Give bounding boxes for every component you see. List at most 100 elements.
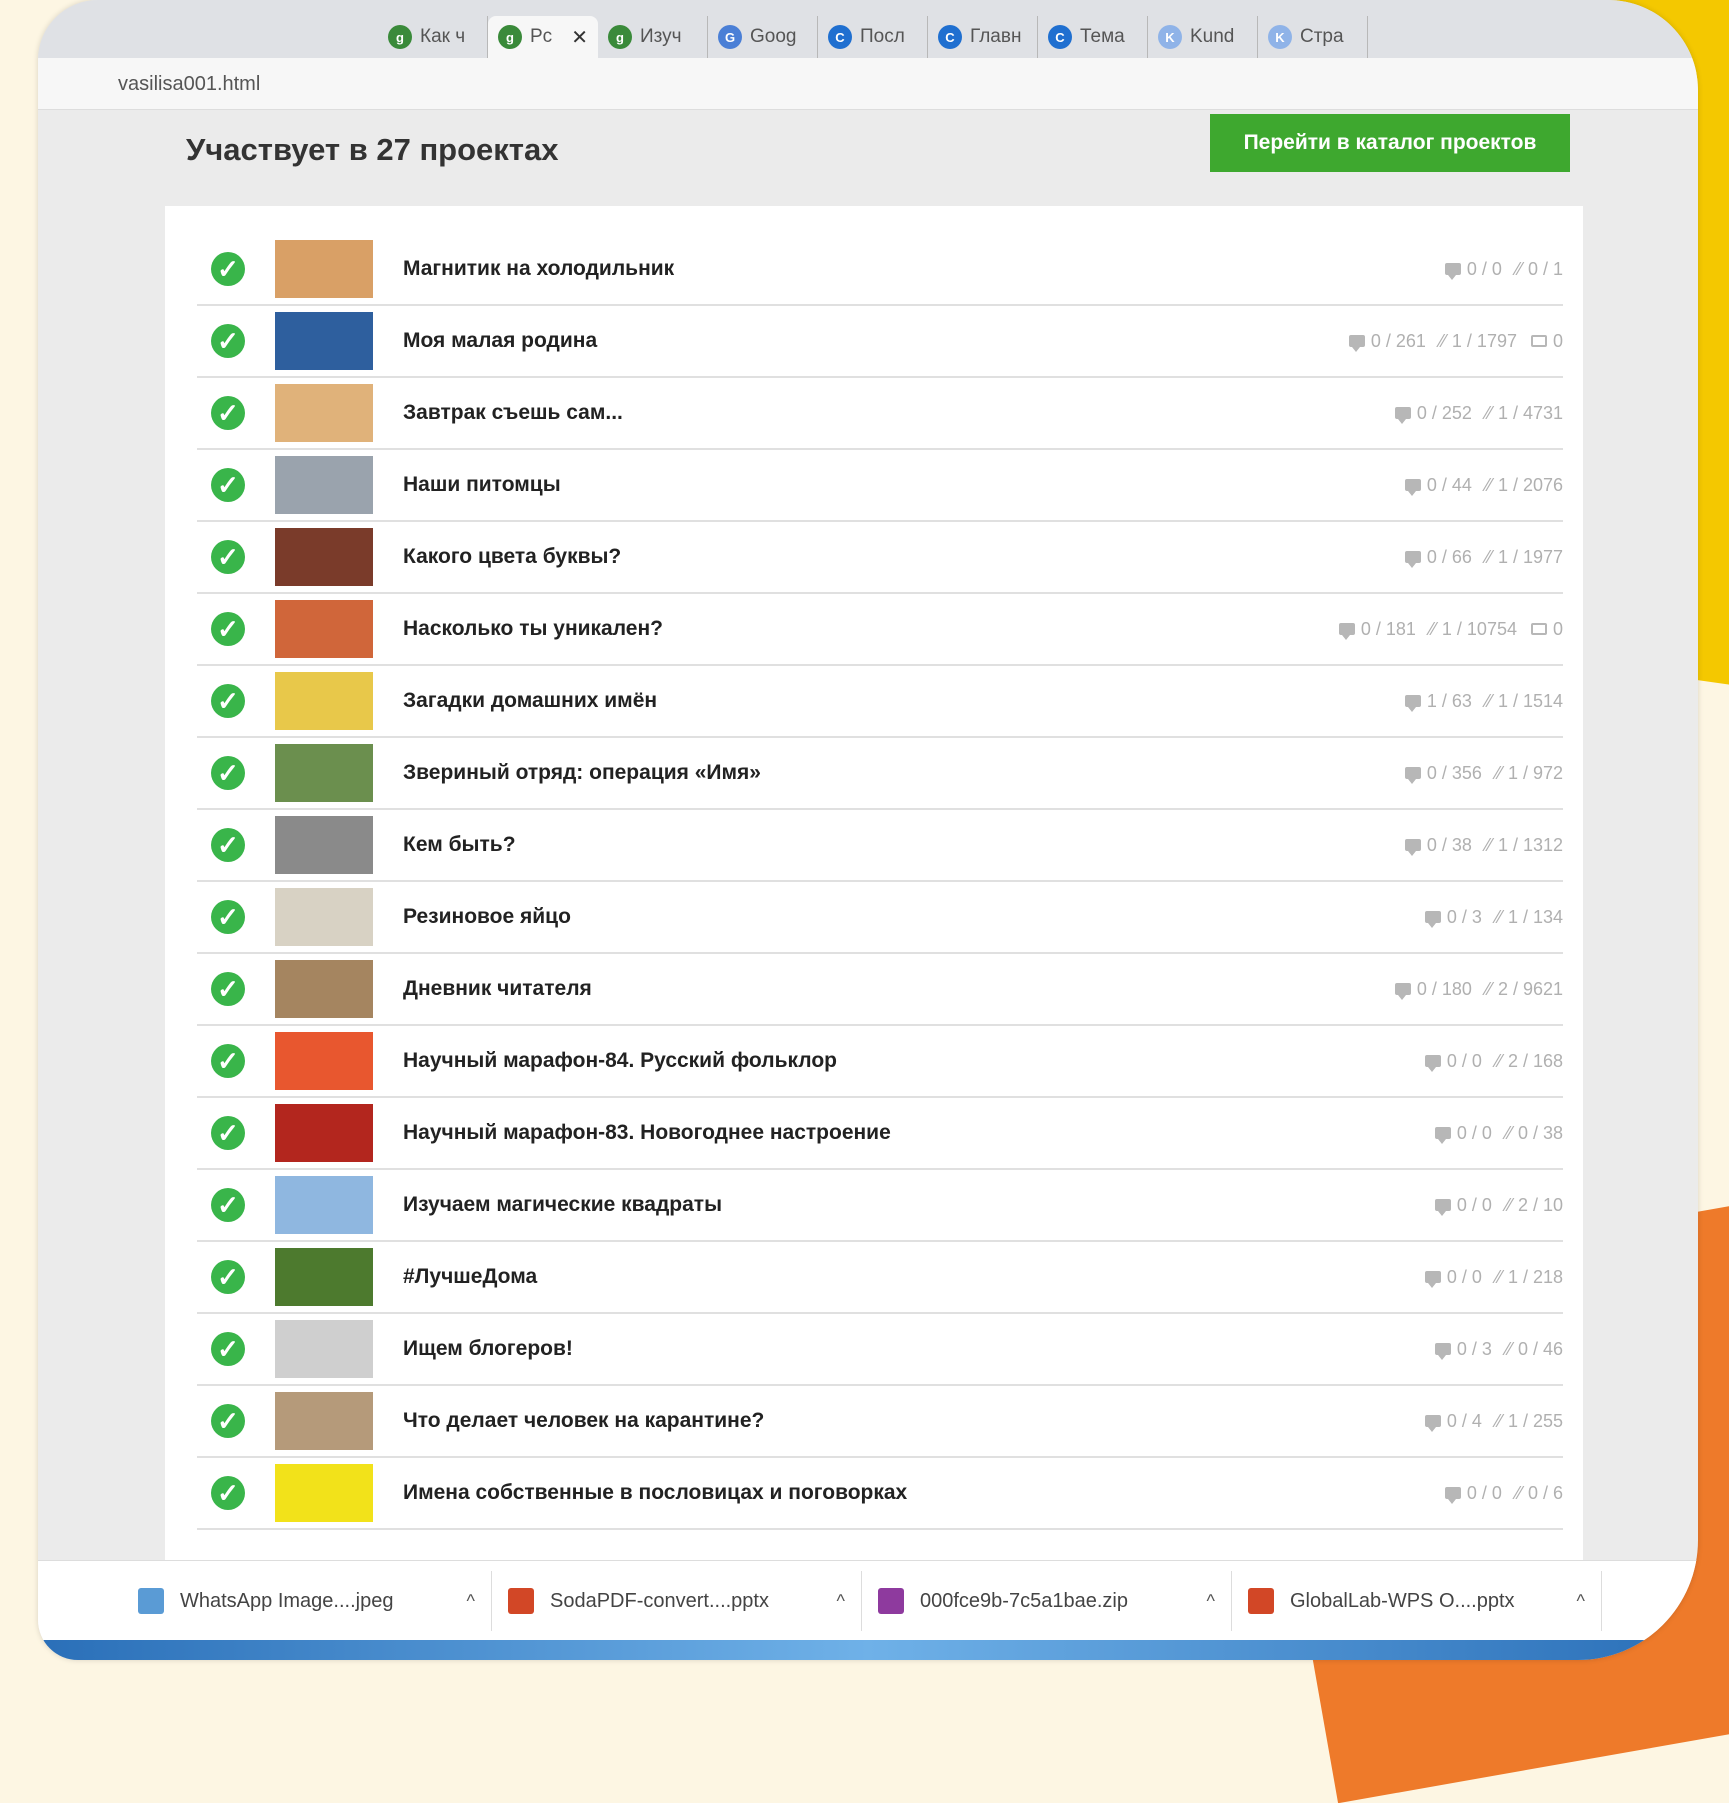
catalog-button[interactable]: Перейти в каталог проектов [1210, 114, 1570, 172]
project-thumbnail[interactable] [275, 456, 373, 514]
project-title[interactable]: Загадки домашних имён [403, 689, 1405, 713]
download-item[interactable]: SodaPDF-convert....pptx ^ [492, 1571, 862, 1631]
project-stats: 0 / 0 ⁄⁄ 0 / 38 [1434, 1123, 1563, 1144]
project-row[interactable]: ✓ Что делает человек на карантине? 0 / 4 ⁄⁄… [197, 1386, 1563, 1458]
browser-tab[interactable]: C Главн [928, 16, 1038, 58]
project-title[interactable]: Наши питомцы [403, 473, 1405, 497]
checkmark-icon: ✓ [211, 684, 245, 718]
trend-stat: ⁄⁄ 1 / 255 [1496, 1411, 1563, 1432]
project-row[interactable]: ✓ Ищем блогеров! 0 / 3 ⁄⁄ 0 / 46 [197, 1314, 1563, 1386]
trend-icon: ⁄⁄ [1495, 1050, 1502, 1071]
project-title[interactable]: Научный марафон-84. Русский фольклор [403, 1049, 1425, 1073]
tab-label: Главн [970, 26, 1022, 47]
project-stats: 0 / 252 ⁄⁄ 1 / 4731 [1394, 403, 1563, 424]
download-item[interactable]: 000fce9b-7c5a1bae.zip ^ [862, 1571, 1232, 1631]
project-row[interactable]: ✓ Резиновое яйцо 0 / 3 ⁄⁄ 1 / 134 [197, 882, 1563, 954]
download-item[interactable]: GlobalLab-WPS O....pptx ^ [1232, 1571, 1602, 1631]
chevron-up-icon[interactable]: ^ [837, 1591, 845, 1612]
comment-icon [1434, 1199, 1451, 1216]
project-row[interactable]: ✓ Изучаем магические квадраты 0 / 0 ⁄⁄ 2 / 1… [197, 1170, 1563, 1242]
project-row[interactable]: ✓ Кем быть? 0 / 38 ⁄⁄ 1 / 1312 [197, 810, 1563, 882]
project-thumbnail[interactable] [275, 240, 373, 298]
trend-stat: ⁄⁄ 1 / 1514 [1486, 691, 1563, 712]
project-thumbnail[interactable] [275, 384, 373, 442]
project-thumbnail[interactable] [275, 960, 373, 1018]
project-title[interactable]: Дневник читателя [403, 977, 1395, 1001]
comments-stat: 0 / 0 [1444, 259, 1502, 280]
project-thumbnail[interactable] [275, 1104, 373, 1162]
browser-tab[interactable]: C Посл [818, 16, 928, 58]
project-stats: 0 / 181 ⁄⁄ 1 / 10754 0 [1338, 618, 1563, 640]
download-item[interactable]: WhatsApp Image....jpeg ^ [122, 1571, 492, 1631]
browser-tab[interactable]: g Изуч [598, 16, 708, 58]
chevron-up-icon[interactable]: ^ [1577, 1591, 1585, 1612]
project-row[interactable]: ✓ Моя малая родина 0 / 261 ⁄⁄ 1 / 1797 0 [197, 306, 1563, 378]
project-row[interactable]: ✓ Какого цвета буквы? 0 / 66 ⁄⁄ 1 / 1977 [197, 522, 1563, 594]
project-title[interactable]: Научный марафон-83. Новогоднее настроени… [403, 1121, 1435, 1145]
browser-tab[interactable]: G Goog [708, 16, 818, 58]
project-title[interactable]: Ищем блогеров! [403, 1337, 1435, 1361]
project-thumbnail[interactable] [275, 744, 373, 802]
project-row[interactable]: ✓ Загадки домашних имён 1 / 63 ⁄⁄ 1 / 1514 [197, 666, 1563, 738]
project-row[interactable]: ✓ Имена собственные в пословицах и погово… [197, 1458, 1563, 1530]
project-title[interactable]: Кем быть? [403, 833, 1405, 857]
project-title[interactable]: Насколько ты уникален? [403, 617, 1339, 641]
zip-file-icon [878, 1588, 904, 1614]
project-title[interactable]: #ЛучшеДома [403, 1265, 1425, 1289]
download-label: 000fce9b-7c5a1bae.zip [920, 1589, 1128, 1612]
project-title[interactable]: Изучаем магические квадраты [403, 1193, 1435, 1217]
project-thumbnail[interactable] [275, 1392, 373, 1450]
google-translate-icon: G [718, 25, 742, 49]
project-thumbnail[interactable] [275, 1032, 373, 1090]
project-title[interactable]: Звериный отряд: операция «Имя» [403, 761, 1405, 785]
project-thumbnail[interactable] [275, 1176, 373, 1234]
project-title[interactable]: Магнитик на холодильник [403, 257, 1445, 281]
project-thumbnail[interactable] [275, 1464, 373, 1522]
project-row[interactable]: ✓ #ЛучшеДома 0 / 0 ⁄⁄ 1 / 218 [197, 1242, 1563, 1314]
project-thumbnail[interactable] [275, 672, 373, 730]
project-row[interactable]: ✓ Научный марафон-84. Русский фольклор 0 /… [197, 1026, 1563, 1098]
project-stats: 0 / 0 ⁄⁄ 0 / 1 [1444, 259, 1563, 280]
project-row[interactable]: ✓ Завтрак съешь сам... 0 / 252 ⁄⁄ 1 / 4731 [197, 378, 1563, 450]
chevron-up-icon[interactable]: ^ [1207, 1591, 1215, 1612]
comments-stat: 0 / 356 [1404, 763, 1482, 784]
project-title[interactable]: Какого цвета буквы? [403, 545, 1405, 569]
trend-stat: ⁄⁄ 1 / 4731 [1486, 403, 1563, 424]
browser-window: g Как ч g Рс ✕ g Изуч G Goog C Посл C Главн C Тема K Kun… [38, 0, 1698, 1660]
project-thumbnail[interactable] [275, 312, 373, 370]
project-title[interactable]: Имена собственные в пословицах и поговор… [403, 1481, 1445, 1505]
project-thumbnail[interactable] [275, 528, 373, 586]
browser-tab[interactable]: g Как ч [378, 16, 488, 58]
project-thumbnail[interactable] [275, 1320, 373, 1378]
project-thumbnail[interactable] [275, 600, 373, 658]
browser-tab[interactable]: K Стра [1258, 16, 1368, 58]
project-thumbnail[interactable] [275, 816, 373, 874]
project-title[interactable]: Резиновое яйцо [403, 905, 1425, 929]
project-title[interactable]: Что делает человек на карантине? [403, 1409, 1425, 1433]
browser-tab[interactable]: K Kund [1148, 16, 1258, 58]
globallab-icon: g [498, 25, 522, 49]
checkmark-icon: ✓ [211, 756, 245, 790]
project-row[interactable]: ✓ Магнитик на холодильник 0 / 0 ⁄⁄ 0 / 1 [197, 234, 1563, 306]
close-tab-icon[interactable]: ✕ [571, 25, 588, 50]
project-title[interactable]: Завтрак съешь сам... [403, 401, 1395, 425]
comment-icon [1424, 1055, 1441, 1072]
project-row[interactable]: ✓ Научный марафон-83. Новогоднее настроен… [197, 1098, 1563, 1170]
trend-icon: ⁄⁄ [1485, 978, 1492, 999]
browser-tab[interactable]: C Тема [1038, 16, 1148, 58]
project-row[interactable]: ✓ Наши питомцы 0 / 44 ⁄⁄ 1 / 2076 [197, 450, 1563, 522]
project-thumbnail[interactable] [275, 1248, 373, 1306]
trend-value: 1 / 972 [1507, 762, 1563, 783]
project-title[interactable]: Моя малая родина [403, 329, 1349, 353]
trend-value: 1 / 134 [1507, 906, 1563, 927]
trend-icon: ⁄⁄ [1429, 618, 1436, 639]
trend-icon: ⁄⁄ [1485, 402, 1492, 423]
project-thumbnail[interactable] [275, 888, 373, 946]
browser-tab[interactable]: g Рс ✕ [488, 16, 598, 58]
address-bar[interactable]: vasilisa001.html [38, 58, 1698, 110]
project-row[interactable]: ✓ Дневник читателя 0 / 180 ⁄⁄ 2 / 9621 [197, 954, 1563, 1026]
chevron-up-icon[interactable]: ^ [467, 1591, 475, 1612]
checkmark-icon: ✓ [211, 252, 245, 286]
project-row[interactable]: ✓ Звериный отряд: операция «Имя» 0 / 356 ⁄⁄… [197, 738, 1563, 810]
project-row[interactable]: ✓ Насколько ты уникален? 0 / 181 ⁄⁄ 1 / 1075… [197, 594, 1563, 666]
